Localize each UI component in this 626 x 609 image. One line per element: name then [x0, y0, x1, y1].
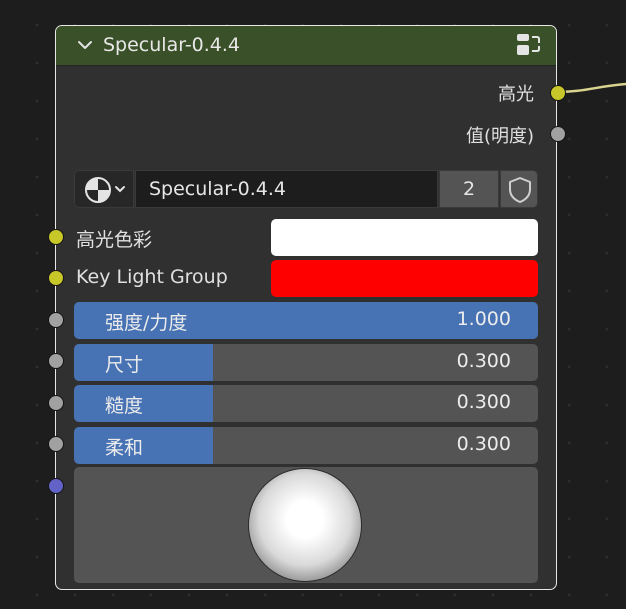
node-header[interactable]: Specular-0.4.4	[56, 26, 556, 66]
intensity-label: 强度/力度	[105, 312, 188, 334]
input-socket-shader[interactable]	[48, 478, 64, 494]
output-socket-specular[interactable]	[550, 85, 566, 101]
output-label-specular: 高光	[498, 84, 534, 105]
node-group-browse-button[interactable]	[74, 170, 134, 208]
input-label-key-light-group: Key Light Group	[76, 266, 228, 288]
input-label-specular-color: 高光色彩	[76, 229, 153, 251]
softness-slider[interactable]: 柔和 0.300	[74, 427, 538, 464]
fake-user-button[interactable]	[500, 170, 538, 208]
size-slider-fill	[74, 344, 214, 381]
size-label: 尺寸	[105, 354, 144, 376]
size-value: 0.300	[456, 350, 511, 372]
user-count-button[interactable]: 2	[439, 170, 499, 208]
input-socket-size[interactable]	[48, 353, 64, 369]
input-socket-specular-color[interactable]	[48, 229, 64, 245]
specular-color-swatch[interactable]	[271, 219, 538, 256]
shield-icon	[509, 177, 531, 203]
output-socket-value[interactable]	[550, 126, 566, 142]
input-socket-intensity[interactable]	[48, 312, 64, 328]
softness-value: 0.300	[456, 433, 511, 455]
material-preview-panel	[74, 467, 538, 583]
size-slider[interactable]: 尺寸 0.300	[74, 344, 538, 381]
softness-slider-fill	[74, 427, 214, 464]
input-socket-key-light-group[interactable]	[48, 270, 64, 286]
softness-label: 柔和	[105, 437, 144, 459]
node-tree-icon[interactable]	[514, 31, 542, 59]
node-tree-icon	[85, 177, 125, 203]
intensity-slider[interactable]: 强度/力度 1.000	[74, 302, 538, 339]
preview-sphere	[249, 469, 361, 581]
intensity-value: 1.000	[456, 308, 511, 330]
roughness-label: 糙度	[105, 395, 144, 417]
roughness-slider-fill	[74, 385, 214, 422]
roughness-value: 0.300	[456, 391, 511, 413]
node-group-selector: Specular-0.4.4 2	[74, 170, 538, 208]
roughness-slider[interactable]: 糙度 0.300	[74, 385, 538, 422]
input-socket-softness[interactable]	[48, 436, 64, 452]
node-group-name-field[interactable]: Specular-0.4.4	[135, 170, 438, 208]
input-socket-roughness[interactable]	[48, 395, 64, 411]
specular-group-node[interactable]: Specular-0.4.4 高光 值(明度) Specular-0.4.4 2	[48, 25, 566, 590]
output-label-value: 值(明度)	[465, 126, 534, 147]
key-light-group-swatch[interactable]	[271, 260, 538, 297]
chevron-down-icon[interactable]	[77, 38, 93, 52]
node-title: Specular-0.4.4	[103, 34, 241, 56]
